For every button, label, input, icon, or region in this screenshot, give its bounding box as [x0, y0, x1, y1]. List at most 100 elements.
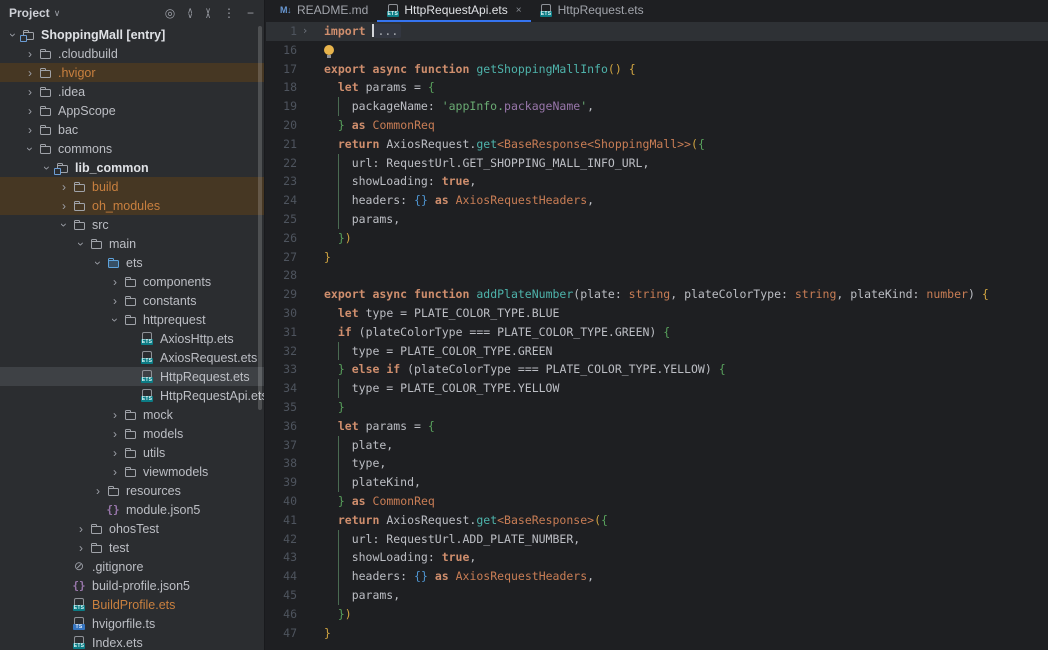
- chevron-collapsed-icon[interactable]: ›: [74, 542, 88, 554]
- code-line[interactable]: 37 plate,: [266, 436, 1048, 455]
- fold-marker-icon[interactable]: ›: [297, 22, 313, 41]
- tree-item[interactable]: ›build: [0, 177, 264, 196]
- line-number[interactable]: 27: [266, 248, 297, 267]
- code-line[interactable]: 17export async function getShoppingMallI…: [266, 60, 1048, 79]
- code-line[interactable]: 1›import ...: [266, 22, 1048, 41]
- tree-item[interactable]: ›.idea: [0, 82, 264, 101]
- chevron-collapsed-icon[interactable]: ›: [23, 67, 37, 79]
- tree-item[interactable]: {}build-profile.json5: [0, 576, 264, 595]
- line-number[interactable]: 37: [266, 436, 297, 455]
- panel-title-chevron-icon[interactable]: ∨: [54, 8, 61, 19]
- chevron-expanded-icon[interactable]: ›: [92, 256, 104, 270]
- chevron-expanded-icon[interactable]: ›: [109, 313, 121, 327]
- code-line[interactable]: 42 url: RequestUrl.ADD_PLATE_NUMBER,: [266, 530, 1048, 549]
- chevron-expanded-icon[interactable]: ›: [75, 237, 87, 251]
- tree-item[interactable]: ›ets: [0, 253, 264, 272]
- tree-item[interactable]: ›ohosTest: [0, 519, 264, 538]
- line-number[interactable]: 19: [266, 97, 297, 116]
- tree-item[interactable]: ›AppScope: [0, 101, 264, 120]
- code-line[interactable]: 20 } as CommonReq: [266, 116, 1048, 135]
- tree-item[interactable]: {}module.json5: [0, 500, 264, 519]
- code-line[interactable]: 47}: [266, 624, 1048, 643]
- line-number[interactable]: 46: [266, 605, 297, 624]
- code-line[interactable]: 43 showLoading: true,: [266, 548, 1048, 567]
- code-line[interactable]: 19 packageName: 'appInfo.packageName',: [266, 97, 1048, 116]
- tree-item[interactable]: ›commons: [0, 139, 264, 158]
- chevron-collapsed-icon[interactable]: ›: [74, 523, 88, 535]
- tree-item[interactable]: ›ShoppingMall [entry]: [0, 25, 264, 44]
- tree-item[interactable]: TShvigorfile.ts: [0, 614, 264, 633]
- code-line[interactable]: 27}: [266, 248, 1048, 267]
- line-number[interactable]: 47: [266, 624, 297, 643]
- line-number[interactable]: 29: [266, 285, 297, 304]
- code-line[interactable]: 24 headers: {} as AxiosRequestHeaders,: [266, 191, 1048, 210]
- line-number[interactable]: 1: [266, 22, 297, 41]
- code-line[interactable]: 31 if (plateColorType === PLATE_COLOR_TY…: [266, 323, 1048, 342]
- line-number[interactable]: 40: [266, 492, 297, 511]
- code-line[interactable]: 22 url: RequestUrl.GET_SHOPPING_MALL_INF…: [266, 154, 1048, 173]
- collapse-all-icon[interactable]: ∨∧: [205, 8, 211, 18]
- code-line[interactable]: 44 headers: {} as AxiosRequestHeaders,: [266, 567, 1048, 586]
- line-number[interactable]: 42: [266, 530, 297, 549]
- line-number[interactable]: 20: [266, 116, 297, 135]
- more-options-icon[interactable]: ⋮: [223, 7, 235, 19]
- tree-item[interactable]: ETSAxiosRequest.ets: [0, 348, 264, 367]
- chevron-collapsed-icon[interactable]: ›: [91, 485, 105, 497]
- chevron-expanded-icon[interactable]: ›: [7, 28, 19, 42]
- hide-panel-icon[interactable]: −: [247, 7, 254, 19]
- tree-item[interactable]: ›main: [0, 234, 264, 253]
- code-line[interactable]: 46 }): [266, 605, 1048, 624]
- line-number[interactable]: 23: [266, 172, 297, 191]
- line-number[interactable]: 36: [266, 417, 297, 436]
- code-line[interactable]: 30 let type = PLATE_COLOR_TYPE.BLUE: [266, 304, 1048, 323]
- code-line[interactable]: 40 } as CommonReq: [266, 492, 1048, 511]
- code-line[interactable]: 41 return AxiosRequest.get<BaseResponse>…: [266, 511, 1048, 530]
- chevron-collapsed-icon[interactable]: ›: [23, 124, 37, 136]
- code-line[interactable]: 35 }: [266, 398, 1048, 417]
- line-number[interactable]: 28: [266, 266, 297, 285]
- tree-item[interactable]: ›bac: [0, 120, 264, 139]
- tree-item[interactable]: ›models: [0, 424, 264, 443]
- line-number[interactable]: 45: [266, 586, 297, 605]
- chevron-collapsed-icon[interactable]: ›: [23, 48, 37, 60]
- locate-icon[interactable]: ◎: [165, 7, 175, 19]
- chevron-collapsed-icon[interactable]: ›: [23, 86, 37, 98]
- panel-title[interactable]: Project: [9, 6, 50, 20]
- chevron-expanded-icon[interactable]: ›: [41, 161, 53, 175]
- line-number[interactable]: 31: [266, 323, 297, 342]
- line-number[interactable]: 39: [266, 473, 297, 492]
- code-line[interactable]: 23 showLoading: true,: [266, 172, 1048, 191]
- tab-close-icon[interactable]: ×: [516, 5, 522, 16]
- tree-item[interactable]: ⊘.gitignore: [0, 557, 264, 576]
- code-line[interactable]: 16: [266, 41, 1048, 60]
- line-number[interactable]: 41: [266, 511, 297, 530]
- intention-bulb-icon[interactable]: [324, 45, 334, 55]
- tree-item[interactable]: ›mock: [0, 405, 264, 424]
- expand-all-icon[interactable]: ∧∨: [187, 8, 193, 18]
- code-line[interactable]: 39 plateKind,: [266, 473, 1048, 492]
- chevron-collapsed-icon[interactable]: ›: [57, 181, 71, 193]
- line-number[interactable]: 26: [266, 229, 297, 248]
- line-number[interactable]: 21: [266, 135, 297, 154]
- tree-item[interactable]: ›src: [0, 215, 264, 234]
- chevron-collapsed-icon[interactable]: ›: [57, 200, 71, 212]
- editor-tab[interactable]: ETSHttpRequestApi.ets×: [377, 0, 530, 22]
- line-number[interactable]: 17: [266, 60, 297, 79]
- code-line[interactable]: 26 }): [266, 229, 1048, 248]
- chevron-collapsed-icon[interactable]: ›: [23, 105, 37, 117]
- line-number[interactable]: 33: [266, 360, 297, 379]
- line-number[interactable]: 24: [266, 191, 297, 210]
- tree-item[interactable]: ›oh_modules: [0, 196, 264, 215]
- code-line[interactable]: 25 params,: [266, 210, 1048, 229]
- tree-item[interactable]: ›components: [0, 272, 264, 291]
- line-number[interactable]: 25: [266, 210, 297, 229]
- tree-item[interactable]: ›viewmodels: [0, 462, 264, 481]
- tree-item[interactable]: ›resources: [0, 481, 264, 500]
- line-number[interactable]: 22: [266, 154, 297, 173]
- chevron-collapsed-icon[interactable]: ›: [108, 447, 122, 459]
- chevron-collapsed-icon[interactable]: ›: [108, 428, 122, 440]
- chevron-expanded-icon[interactable]: ›: [58, 218, 70, 232]
- chevron-collapsed-icon[interactable]: ›: [108, 466, 122, 478]
- line-number[interactable]: 32: [266, 342, 297, 361]
- code-line[interactable]: 18 let params = {: [266, 78, 1048, 97]
